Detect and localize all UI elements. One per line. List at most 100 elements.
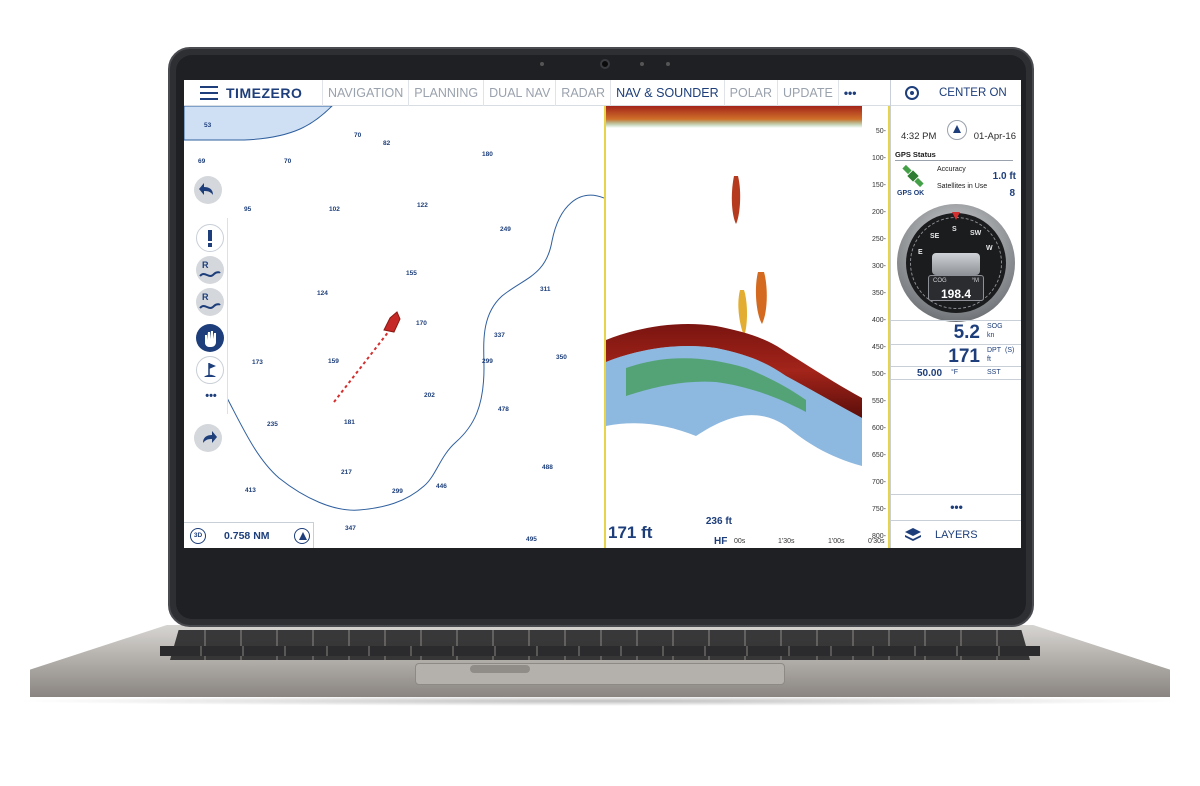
sog-value: 5.2 (953, 322, 980, 343)
compass-boat-icon (932, 253, 980, 275)
depth-tick: 600- (871, 425, 886, 432)
sog-label: SOG (987, 323, 1003, 330)
add-route-point-button[interactable]: R (196, 288, 224, 316)
sounding: 235 (267, 421, 278, 428)
sounding: 488 (542, 464, 553, 471)
center-on-label: CENTER ON (939, 86, 1007, 99)
sounding: 124 (317, 290, 328, 297)
depth-tick: 150- (871, 182, 886, 189)
sounding: 102 (329, 206, 340, 213)
tab-nav-sounder[interactable]: NAV & SOUNDER (610, 80, 724, 106)
sounding: 70 (284, 158, 292, 165)
sounding: 478 (498, 406, 509, 413)
sst-row: 50.00 °F SST (891, 366, 1021, 380)
sounding: 446 (436, 483, 447, 490)
tab-planning[interactable]: PLANNING (408, 80, 483, 106)
sounding: 347 (345, 525, 356, 532)
depth-tick: 700- (871, 479, 886, 486)
sst-unit: °F (951, 369, 959, 376)
depth-tick: 550- (871, 398, 886, 405)
sounding: 311 (540, 286, 551, 293)
time-tick: 1'30s (778, 538, 795, 545)
layers-button[interactable]: LAYERS (891, 520, 1021, 548)
depth-tick: 300- (871, 263, 886, 270)
frequency-label[interactable]: HF (714, 536, 727, 547)
hamburger-menu-icon[interactable] (200, 85, 218, 100)
buoy-flag-icon (204, 363, 216, 377)
satellite-icon (902, 164, 924, 188)
tab-navigation[interactable]: NAVIGATION (322, 80, 408, 106)
pan-tool-button[interactable] (196, 324, 224, 352)
center-on-button[interactable]: CENTER ON (891, 80, 1021, 106)
target-icon (905, 85, 919, 100)
dpt-row: 171 DPT (S) ft (891, 344, 1021, 367)
clock-date: 01-Apr-16 (973, 131, 1016, 142)
brand-logo: TIMEZERO (226, 84, 303, 101)
fish-target (755, 272, 767, 324)
forward-button[interactable] (194, 424, 222, 452)
depth-scale: 50- 100- 150- 200- 250- 300- 350- 400- 4… (858, 106, 888, 548)
dpt-value: 171 (948, 346, 980, 367)
back-button[interactable] (194, 176, 222, 204)
chart-tool-column: R R ••• (194, 106, 228, 548)
timezero-app: TIMEZERO NAVIGATION PLANNING DUAL NAV RA… (184, 80, 1021, 548)
gps-status-title: GPS Status (895, 150, 936, 159)
sst-label: SST (987, 369, 1001, 376)
divider (895, 160, 1013, 161)
depth-tick: 100- (871, 155, 886, 162)
tabs-more-button[interactable]: ••• (837, 80, 862, 106)
tab-update[interactable]: UPDATE (777, 80, 838, 106)
sounding: 202 (424, 392, 435, 399)
tab-polar[interactable]: POLAR (723, 80, 777, 106)
sounding: 413 (245, 487, 256, 494)
sensor-dot (640, 62, 644, 66)
accuracy-value: 1.0 ft (992, 171, 1016, 182)
laptop-shadow (10, 696, 1190, 706)
tab-radar[interactable]: RADAR (555, 80, 610, 106)
sounding: 299 (392, 488, 403, 495)
north-up-icon[interactable] (294, 528, 310, 544)
fish-target (731, 176, 741, 224)
sounding: 82 (383, 140, 391, 147)
cog-value: 198.4 (940, 287, 972, 301)
north-arrow-icon[interactable] (947, 120, 967, 140)
nautical-chart[interactable]: 53 70 82 69 70 180 95 102 122 249 155 12… (184, 106, 604, 548)
cog-readout: COG °M 198.4 (928, 275, 984, 301)
hand-icon (205, 331, 216, 347)
compass-cardinal: S (952, 226, 957, 233)
sensor-dot (540, 62, 544, 66)
sounding: 181 (344, 419, 355, 426)
tool-more-button[interactable]: ••• (194, 390, 228, 402)
time-tick: 0'30s (868, 538, 885, 545)
echo-sounder-view[interactable]: 50- 100- 150- 200- 250- 300- 350- 400- 4… (604, 106, 890, 548)
satellites-value: 8 (1009, 188, 1015, 199)
sounding: 159 (328, 358, 339, 365)
top-bar: TIMEZERO NAVIGATION PLANNING DUAL NAV RA… (184, 80, 890, 106)
depth-tick: 350- (871, 290, 886, 297)
tab-dual-nav[interactable]: DUAL NAV (483, 80, 555, 106)
compass-cardinal: SW (970, 230, 982, 237)
accuracy-label: Accuracy (937, 166, 966, 173)
3d-toggle-button[interactable]: 3D (190, 528, 206, 544)
sounding: 122 (417, 202, 428, 209)
new-route-button[interactable]: R (196, 256, 224, 284)
depth-tick: 500- (871, 371, 886, 378)
course-line (333, 330, 390, 403)
sog-row: 5.2 SOG kn (891, 320, 1021, 344)
mark-tool-button[interactable] (196, 356, 224, 384)
sensor-dot (666, 62, 670, 66)
sounding: 170 (416, 320, 427, 327)
depth-tick: 750- (871, 506, 886, 513)
sounding: 495 (526, 536, 537, 543)
vessel-icon (383, 311, 401, 333)
route-extend-icon: R (199, 292, 221, 309)
depth-tick: 400- (871, 317, 886, 324)
svg-text:R: R (202, 260, 209, 270)
dpt-label: DPT (987, 347, 1001, 354)
alarm-button[interactable] (196, 224, 224, 252)
compass-face: S SW W SE E COG °M 198.4 (906, 212, 1006, 313)
satellites-label: Satellites in Use (937, 183, 988, 190)
depth-tick: 50- (875, 128, 886, 135)
redo-arrow-icon (203, 431, 217, 443)
panel-more-button[interactable]: ••• (891, 494, 1021, 520)
